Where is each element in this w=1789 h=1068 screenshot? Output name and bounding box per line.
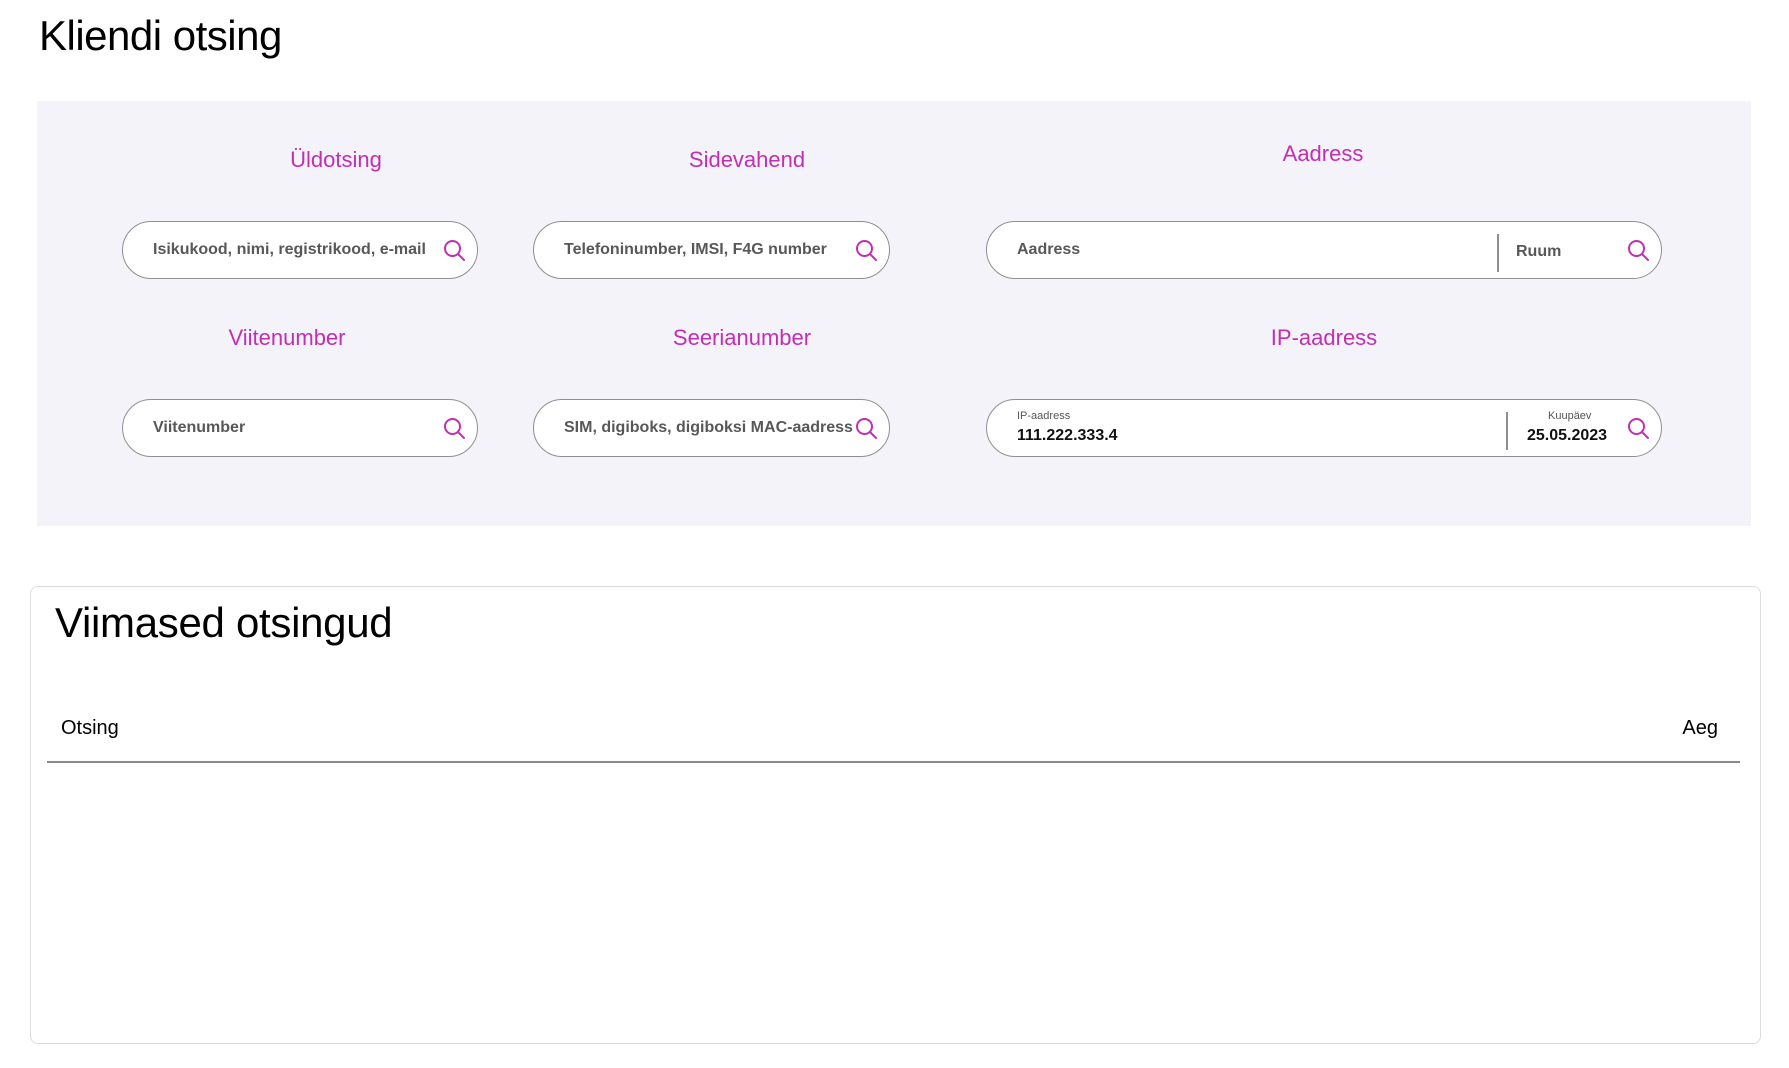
table-header-divider [47, 761, 1740, 763]
recent-searches-title: Viimased otsingud [55, 599, 393, 646]
general-search-placeholder: Isikukood, nimi, registrikood, e-mail [153, 241, 426, 258]
date-label: Kuupäev [1548, 410, 1592, 422]
ip-value[interactable]: 111.222.333.4 [1017, 427, 1118, 445]
search-icon[interactable] [442, 238, 466, 262]
ip-search-title: IP-aadress [1270, 325, 1378, 350]
column-header-search[interactable]: Otsing [61, 717, 119, 740]
reference-search-field[interactable]: Viitenumber [122, 399, 478, 457]
ip-label: IP-aadress [1017, 410, 1071, 422]
search-icon[interactable] [1626, 416, 1650, 440]
address-search-title: Aadress [1282, 141, 1364, 166]
recent-searches-card: Viimased otsingud Otsing Aeg [30, 586, 1761, 1044]
search-icon[interactable] [854, 238, 878, 262]
serial-search-field[interactable]: SIM, digiboks, digiboksi MAC-aadress [533, 399, 890, 457]
general-search-field[interactable]: Isikukood, nimi, registrikood, e-mail [122, 221, 478, 279]
reference-placeholder: Viitenumber [153, 419, 246, 436]
room-input[interactable]: Ruum [1516, 222, 1561, 282]
search-icon[interactable] [1626, 238, 1650, 262]
column-header-time[interactable]: Aeg [1682, 717, 1718, 740]
search-icon[interactable] [442, 416, 466, 440]
address-search-field[interactable]: Aadress Ruum [986, 221, 1662, 279]
search-icon[interactable] [854, 416, 878, 440]
date-value[interactable]: 25.05.2023 [1527, 427, 1607, 445]
page-title: Kliendi otsing [39, 12, 282, 59]
device-search-placeholder: Telefoninumber, IMSI, F4G number [564, 241, 827, 258]
ip-search-field[interactable]: IP-aadress 111.222.333.4 Kuupäev 25.05.2… [986, 399, 1662, 457]
search-panel: Üldotsing Isikukood, nimi, registrikood,… [37, 101, 1751, 526]
device-search-title: Sidevahend [688, 147, 806, 172]
device-search-field[interactable]: Telefoninumber, IMSI, F4G number [533, 221, 890, 279]
address-placeholder: Aadress [1017, 241, 1081, 258]
field-divider [1506, 412, 1508, 450]
general-search-title: Üldotsing [290, 147, 382, 172]
field-divider [1497, 234, 1499, 272]
serial-search-title: Seerianumber [672, 325, 812, 350]
serial-placeholder: SIM, digiboks, digiboksi MAC-aadress [564, 419, 853, 436]
reference-search-title: Viitenumber [228, 325, 346, 350]
